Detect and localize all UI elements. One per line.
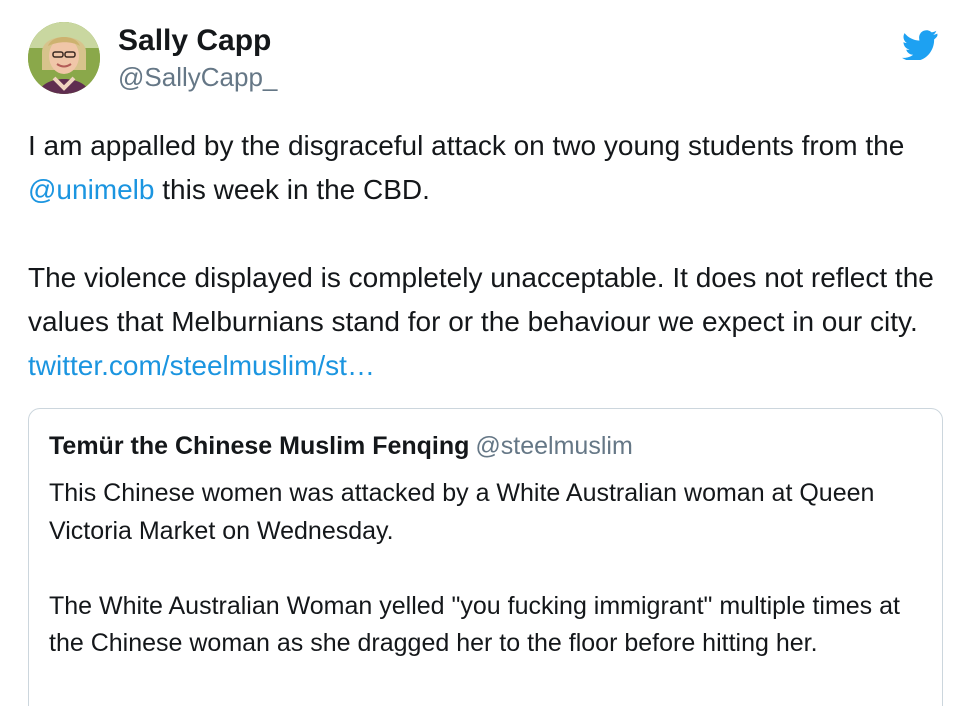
- tweet-text: I am appalled by the disgraceful attack …: [28, 124, 953, 388]
- tweet-paragraph-1: I am appalled by the disgraceful attack …: [28, 124, 953, 212]
- tweet-text-part-3: The violence displayed is completely una…: [28, 262, 934, 337]
- author-block: Sally Capp @SallyCapp_: [118, 22, 277, 94]
- quoted-author-handle[interactable]: @steelmuslim: [475, 432, 632, 460]
- tweet-paragraph-2: The violence displayed is completely una…: [28, 256, 953, 388]
- quoted-tweet[interactable]: Temür the Chinese Muslim Fenqing @steelmu…: [28, 408, 943, 706]
- display-name[interactable]: Sally Capp: [118, 22, 277, 60]
- profile-photo: [28, 22, 100, 94]
- author-handle[interactable]: @SallyCapp_: [118, 60, 277, 94]
- quoted-author-name[interactable]: Temür the Chinese Muslim Fenqing: [49, 432, 469, 460]
- avatar[interactable]: [28, 22, 100, 94]
- tweet-header: Sally Capp @SallyCapp_: [28, 22, 938, 102]
- twitter-bird-icon[interactable]: [902, 30, 938, 60]
- quoted-tweet-header: Temür the Chinese Muslim Fenqing @steelmu…: [49, 429, 633, 463]
- mention-unimelb-link[interactable]: @unimelb: [28, 174, 154, 205]
- quoted-paragraph-2: The White Australian Woman yelled "you f…: [49, 591, 900, 658]
- tweet-card: Sally Capp @SallyCapp_ I am appalled by …: [0, 0, 966, 706]
- quoted-paragraph-1: This Chinese women was attacked by a Whi…: [49, 479, 875, 545]
- quoted-tweet-text: This Chinese women was attacked by a Whi…: [49, 475, 919, 663]
- tweet-text-part-2: this week in the CBD.: [154, 174, 430, 205]
- tweet-text-part-1: I am appalled by the disgraceful attack …: [28, 130, 905, 161]
- quoted-tweet-link[interactable]: twitter.com/steelmuslim/st…: [28, 350, 375, 381]
